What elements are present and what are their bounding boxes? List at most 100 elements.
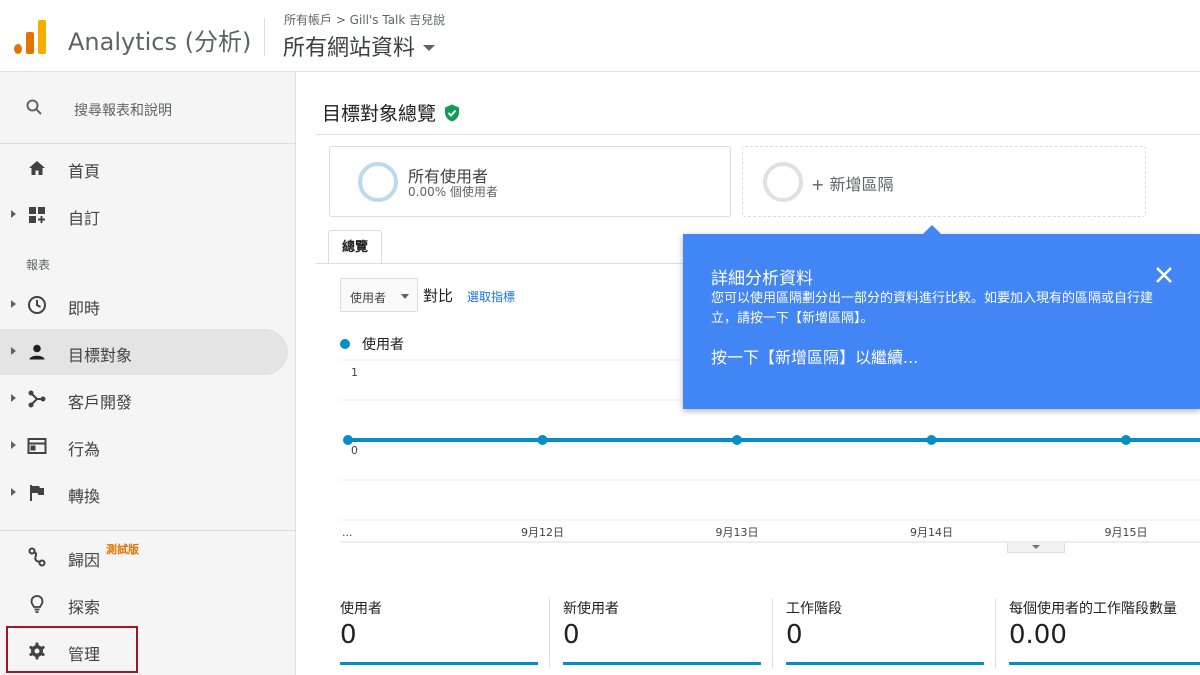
account-breadcrumb[interactable]: 所有帳戶 > Gill's Talk 吉兒說 [284,11,445,28]
tip-title: 詳細分析資料 [711,269,813,289]
expand-arrow-icon [11,394,16,402]
summary-users[interactable]: 使用者 0 [340,594,540,674]
add-segment-button[interactable]: + 新增區隔 [742,146,1146,217]
person-icon [29,344,45,360]
expand-arrow-icon [11,300,16,308]
sidebar-item-label: 目標對象 [68,346,133,365]
summary-metric-name: 工作階段 [786,601,842,617]
summary-metric-value: 0 [786,620,803,650]
search-icon [26,99,42,115]
summary-metric-value: 0.00 [1009,620,1067,650]
behavior-icon [27,438,47,454]
x-tick-label: 9月14日 [910,526,953,539]
y-tick-label: 0 [351,444,358,457]
sidebar-item-realtime[interactable]: 即時 [0,282,288,328]
summary-divider [772,598,773,668]
analytics-logo-icon[interactable] [14,18,48,54]
legend-dot-icon [340,339,350,349]
flag-icon [30,485,44,501]
sidebar-item-label: 客戶開發 [68,393,133,412]
caret-down-icon [423,45,436,51]
sidebar-item-discover[interactable]: 探索 [0,581,288,627]
chevron-down-icon [401,294,409,299]
search-label: 搜尋報表和說明 [74,103,172,119]
summary-metric-value: 0 [340,620,357,650]
sidebar-search[interactable]: 搜尋報表和說明 [0,72,296,144]
tip-action: 按一下【新增區隔】以繼續... [711,348,919,367]
sidebar-item-acquisition[interactable]: 客戶開發 [0,376,288,422]
expand-arrow-icon [11,441,16,449]
summary-sessions[interactable]: 工作階段 0 [786,594,986,674]
summary-metric-name: 使用者 [340,601,382,617]
sidebar-item-behavior[interactable]: 行為 [0,423,288,469]
x-tick-label: 9月15日 [1105,526,1148,539]
data-point [343,435,353,445]
expand-arrow-icon [11,210,16,218]
verified-shield-icon [445,104,460,121]
sidebar-item-label: 歸因 [68,551,101,570]
home-icon [29,161,45,175]
close-icon[interactable] [1153,264,1175,286]
metric-dropdown-value: 使用者 [350,291,387,305]
metric-dropdown[interactable]: 使用者 [340,278,418,312]
summary-sparkline [563,662,761,665]
header-divider [264,18,265,56]
legend-label: 使用者 [362,337,404,353]
summary-divider [549,598,550,668]
data-point [732,435,742,445]
page-title: 目標對象總覽 [322,99,460,126]
chart-legend: 使用者 [340,334,404,354]
segment-ring-icon [358,162,398,202]
expand-arrow-icon [11,347,16,355]
reports-section-label: 報表 [26,258,51,272]
chart-expand-handle[interactable] [1007,543,1065,553]
x-tick-label: ... [342,526,353,539]
expand-arrow-icon [11,488,16,496]
admin-highlight-box [6,626,138,673]
sidebar-divider [0,530,296,531]
sidebar-item-home[interactable]: 首頁 [0,145,288,191]
summary-sparkline [1009,662,1200,665]
segment-all-users[interactable]: 所有使用者 0.00% 個使用者 [329,146,731,217]
app-title: Analytics (分析) [68,28,252,56]
vs-label: 對比 [423,287,454,305]
beta-badge: 測試版 [106,543,139,556]
sidebar-item-label: 行為 [68,440,101,459]
sidebar-item-label: 探索 [68,598,101,617]
sidebar-item-label: 即時 [68,299,101,318]
tab-overview[interactable]: 總覽 [328,230,382,264]
y-tick-label: 1 [351,366,358,379]
page-title-text: 目標對象總覽 [322,103,437,125]
sidebar-item-attribution[interactable]: 歸因 [0,534,288,580]
summary-new-users[interactable]: 新使用者 0 [563,594,763,674]
add-segment-label: + 新增區隔 [811,175,894,194]
data-point [926,435,937,445]
segment-percentage: 0.00% 個使用者 [408,185,498,199]
select-metric-link[interactable]: 選取指標 [467,288,515,305]
view-name: 所有網站資料 [283,36,416,61]
empty-segment-ring-icon [763,162,803,202]
summary-metric-name: 每個使用者的工作階段數量 [1009,601,1177,617]
title-divider [316,134,1200,135]
sidebar-item-label: 首頁 [68,162,101,181]
sidebar-item-customization[interactable]: 自訂 [0,192,288,238]
sidebar-item-label: 轉換 [68,487,101,506]
sidebar: 搜尋報表和說明 首頁 自訂 報表 即時 目標對象 客戶開發 行為 轉換 歸因 測… [0,72,296,675]
segment-tip-popover: 詳細分析資料 您可以使用區隔劃分出一部分的資料進行比較。如要加入現有的區隔或自行… [683,225,1200,409]
view-selector[interactable]: 所有網站資料 [283,30,436,62]
data-point [537,435,548,445]
summary-divider [995,598,996,668]
summary-metric-value: 0 [563,620,580,650]
app-header: Analytics (分析) 所有帳戶 > Gill's Talk 吉兒說 所有… [0,0,1200,72]
summary-sparkline [340,662,538,665]
attribution-icon [28,547,46,567]
lightbulb-icon [30,595,44,613]
data-point [1121,435,1131,445]
x-tick-label: 9月13日 [716,526,759,539]
summary-metric-name: 新使用者 [563,601,619,617]
x-tick-label: 9月12日 [521,526,564,539]
summary-sessions-per-user[interactable]: 每個使用者的工作階段數量 0.00 [1009,594,1200,674]
sidebar-item-audience[interactable]: 目標對象 [0,329,288,375]
sidebar-item-conversions[interactable]: 轉換 [0,470,288,516]
clock-icon [28,296,46,314]
